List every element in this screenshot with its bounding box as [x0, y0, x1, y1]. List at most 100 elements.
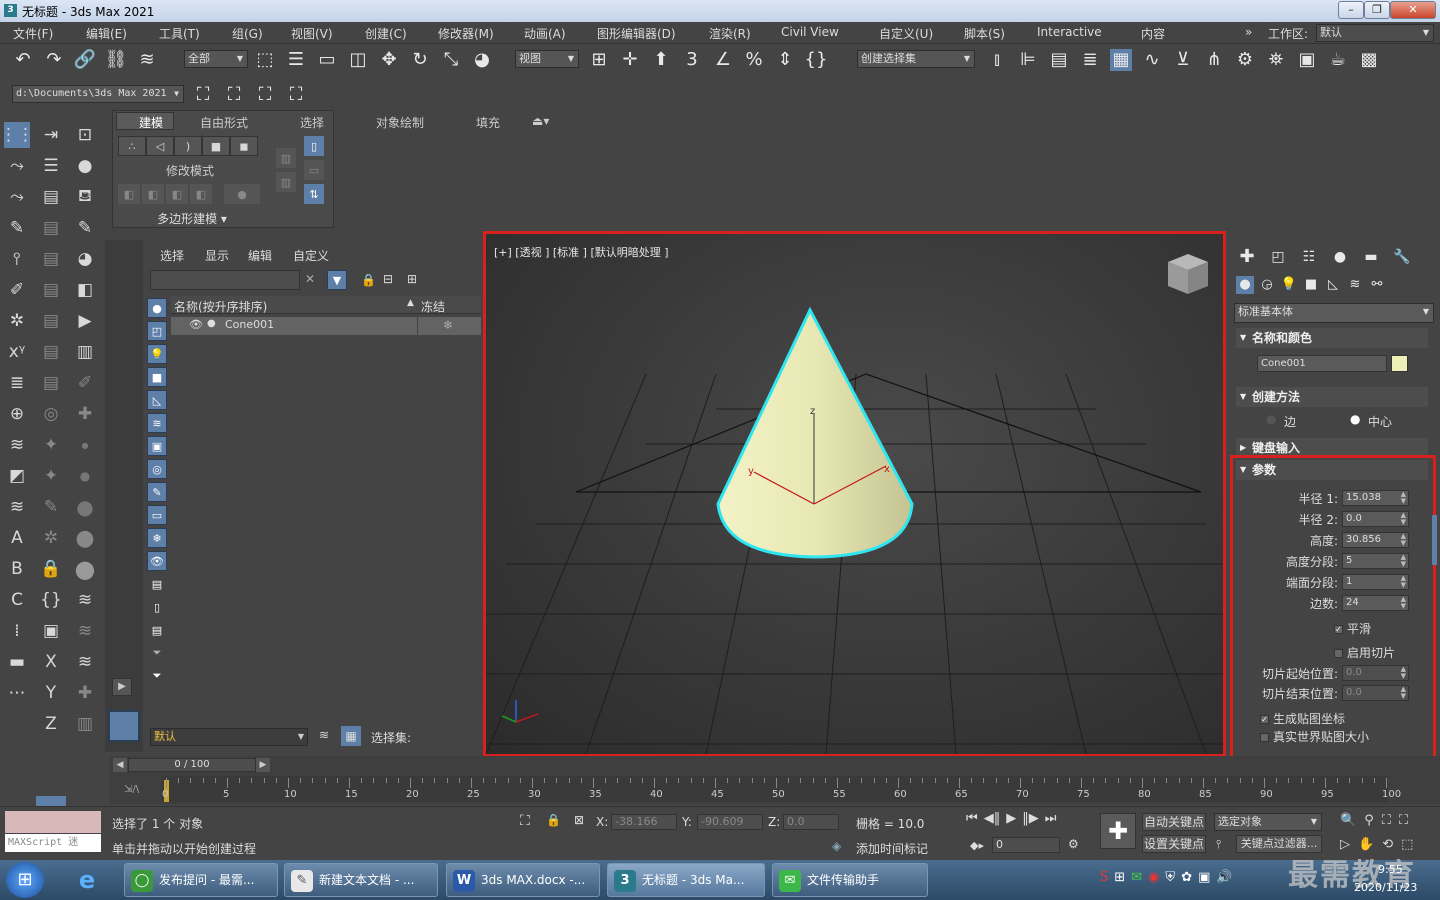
redo-icon[interactable]: ↷ [43, 49, 65, 71]
select-tool-icon[interactable]: ⋮⋮ [0, 122, 34, 148]
dot-medium-icon[interactable]: ● [72, 463, 98, 489]
dot-large-icon[interactable]: ● [72, 494, 98, 520]
cameras-category-icon[interactable]: ■ [1302, 276, 1320, 294]
layer-dropdown[interactable]: 默认 ▼ [150, 728, 308, 746]
close-button[interactable]: ✕ [1390, 1, 1436, 19]
ribbon-footer-polygon-modeling[interactable]: 多边形建模 ▾ [112, 210, 272, 228]
scene-menu-select[interactable]: 选择 [160, 247, 184, 264]
volume-icon[interactable]: 🔊 [1216, 870, 1232, 885]
render-gallery-icon[interactable]: ▩ [1358, 49, 1380, 71]
rollout-name-color[interactable]: ▼ 名称和颜色 [1236, 328, 1428, 348]
layer-icon-4[interactable]: ▤ [38, 308, 64, 334]
menu-group[interactable]: 组(G) [232, 25, 263, 42]
ribbon-tab-modeling[interactable]: 建模 [139, 114, 163, 131]
sparkle-icon[interactable]: ✲ [4, 308, 30, 334]
menu-view[interactable]: 视图(V) [291, 25, 333, 42]
object-color-swatch[interactable] [1391, 355, 1408, 372]
select-by-name-icon[interactable]: ☰ [285, 49, 307, 71]
taskbar-item-2[interactable]: W 3ds MAX.docx -... [446, 863, 600, 897]
spinner-snap-icon[interactable]: ⇕ [774, 49, 796, 71]
go-to-start-icon[interactable]: ⏮ [966, 811, 978, 826]
zoom-extents-icon[interactable]: ⛶ [1382, 813, 1391, 828]
grid-box-icon[interactable]: ▣ [38, 618, 64, 644]
lasso-icon[interactable]: ⤳ [4, 153, 30, 179]
paint-select-icon[interactable]: ⤳ [4, 184, 30, 210]
object-icon[interactable]: ⊡ [72, 122, 98, 148]
col-name-header[interactable]: 名称(按升序排序) [174, 298, 267, 315]
menu-animation[interactable]: 动画(A) [524, 25, 566, 42]
rollout-creation-method[interactable]: ▼ 创建方法 [1236, 387, 1428, 407]
shield-icon[interactable]: ⛨ [1165, 870, 1175, 885]
mirror-icon[interactable]: ⫾ [986, 49, 1008, 71]
time-next-icon[interactable]: ▶ [256, 758, 270, 772]
project-path-dropdown[interactable]: d:\Documents\3ds Max 2021 ▼ [12, 85, 184, 103]
taskbar-item-3[interactable]: 3 无标题 - 3ds Ma... [607, 863, 765, 897]
undo-icon[interactable]: ↶ [12, 49, 34, 71]
snap-3d-icon[interactable]: 3 [681, 49, 703, 71]
absolute-mode-icon[interactable]: ⊠ [574, 813, 584, 827]
menu-modifiers[interactable]: 修改器(M) [438, 25, 494, 42]
curve-editor-mini-icon[interactable]: ⇲/\ [124, 784, 139, 795]
network-icon[interactable]: ⊞ [1114, 870, 1125, 885]
layer-icon-2[interactable]: ▤ [38, 246, 64, 272]
hierarchy-tab-icon[interactable]: ☷ [1298, 246, 1320, 268]
teapot-icon[interactable]: ⛾ [72, 184, 98, 210]
command-panel-scrollbar[interactable] [1432, 515, 1437, 565]
align-icon[interactable]: ⊫ [1017, 49, 1039, 71]
pen-icon[interactable]: ✎ [4, 215, 30, 241]
lights-category-icon[interactable]: 💡 [1280, 276, 1298, 294]
menu-civil-view[interactable]: Civil View [781, 25, 839, 39]
add-time-tag[interactable]: 添加时间标记 [856, 840, 928, 857]
menu-customize[interactable]: 自定义(U) [879, 25, 933, 42]
filter-xrefs-icon[interactable]: ◎ [147, 459, 167, 479]
color-icon[interactable]: ✿ [1181, 870, 1192, 885]
ribbon-side-icon-5[interactable]: ⇅ [304, 184, 324, 204]
modify-mode-icon-4[interactable]: ◧ [190, 184, 212, 204]
lock-icon[interactable]: 🔒 [38, 556, 64, 582]
key-mode-dropdown[interactable]: 选定对象 ▼ [1214, 813, 1322, 831]
minimize-button[interactable]: – [1338, 1, 1364, 19]
time-tag-icon[interactable]: ◈ [832, 839, 841, 853]
zoom-extents-all-icon[interactable]: ⛶ [1399, 813, 1408, 828]
sphere-tool-icon[interactable]: ● [72, 153, 98, 179]
selection-set-icon[interactable]: ▦ [341, 726, 361, 746]
radio-edge[interactable]: ● [1266, 412, 1276, 426]
select-object-icon[interactable]: ⬚ [254, 49, 276, 71]
ribbon-tab-object-paint[interactable]: 对象绘制 [376, 114, 424, 131]
scene-menu-display[interactable]: 显示 [205, 247, 229, 264]
menu-edit[interactable]: 编辑(E) [86, 25, 127, 42]
taskbar-item-4[interactable]: ✉ 文件传输助手 [772, 863, 928, 897]
utilities-tab-icon[interactable]: 🔧 [1391, 246, 1413, 268]
rotate-icon[interactable]: ↻ [409, 49, 431, 71]
ribbon-side-icon-4[interactable]: ▭ [304, 160, 324, 180]
play-box-icon[interactable]: ▶ [72, 308, 98, 334]
scene-hierarchy-icon[interactable]: ⊟ [383, 272, 393, 286]
brush-gray-icon[interactable]: ✐ [72, 370, 98, 396]
time-config-icon[interactable]: ⚙ [1068, 837, 1079, 851]
filter-spacewarps-icon[interactable]: ≋ [147, 413, 167, 433]
layer-icon-5[interactable]: ▤ [38, 339, 64, 365]
display-tab-icon[interactable]: ▬ [1360, 246, 1382, 268]
render-production-icon[interactable]: ☕ [1327, 49, 1349, 71]
xform-icon[interactable]: xᵞ [4, 339, 30, 365]
col-freeze-header[interactable]: 冻结 [421, 298, 445, 315]
freeze-snowflake-icon[interactable]: ❄ [443, 318, 453, 332]
weibo-icon[interactable]: ◉ [1148, 870, 1159, 885]
paint-sphere-icon[interactable]: ◕ [72, 246, 98, 272]
axis-z-icon[interactable]: Z [38, 711, 64, 737]
layer-icon-1[interactable]: ▤ [38, 215, 64, 241]
add-layer-icon[interactable]: ⊕ [4, 401, 30, 427]
brush-icon[interactable]: ✐ [4, 277, 30, 303]
ie-taskbar-icon[interactable]: e [70, 864, 104, 896]
filter-groups-icon[interactable]: ▣ [147, 436, 167, 456]
element-icon[interactable]: ◼ [230, 136, 258, 156]
selection-filter-dropdown[interactable]: 全部 ▼ [184, 50, 248, 68]
scale-icon[interactable]: ⤡ [440, 49, 462, 71]
z-coord-field[interactable]: 0.0 [783, 814, 839, 830]
perspective-viewport[interactable]: [+] [透视 ] [标准 ] [默认明暗处理 ] z y x [483, 231, 1226, 757]
modify-mode-icon-1[interactable]: ◧ [118, 184, 140, 204]
placement-icon[interactable]: ◕ [471, 49, 493, 71]
auto-key-button[interactable]: 自动关键点 [1142, 813, 1206, 831]
taskbar-item-0[interactable]: ◯ 发布提问 - 最需... [124, 863, 278, 897]
menu-graph-editors[interactable]: 图形编辑器(D) [597, 25, 676, 42]
